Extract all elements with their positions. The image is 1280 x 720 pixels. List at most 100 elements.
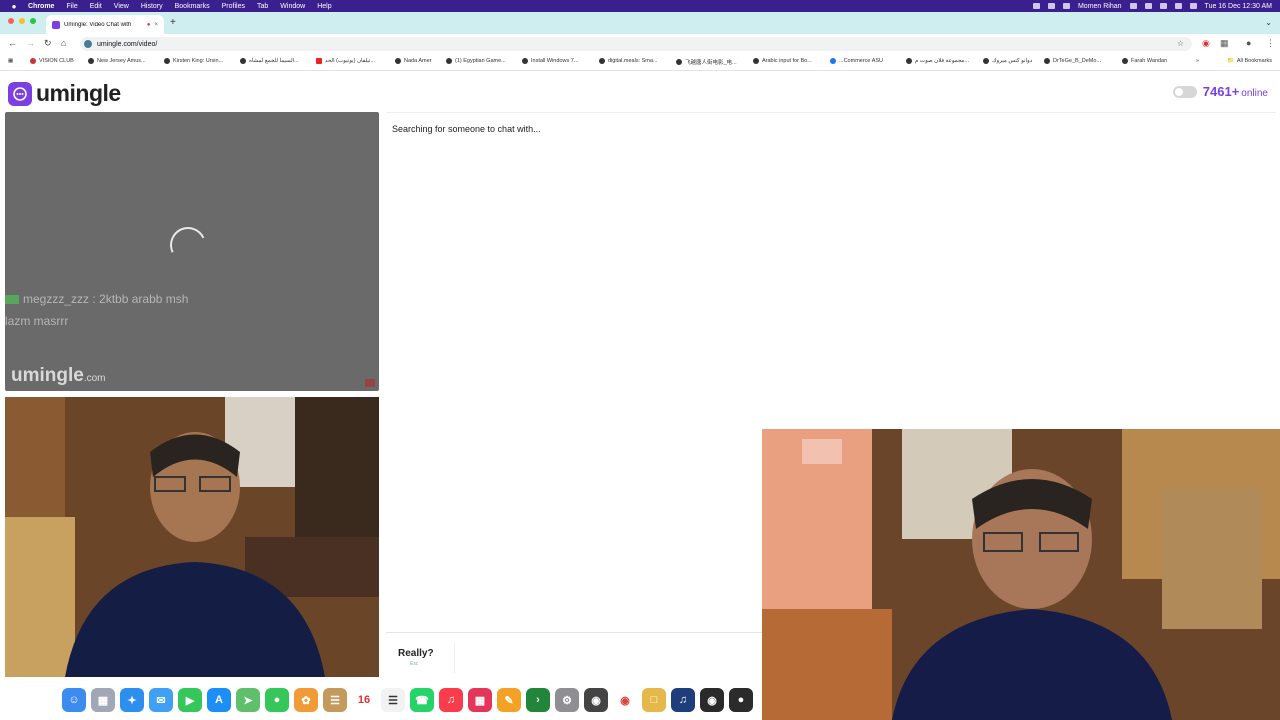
tab-search-icon[interactable]: ⌄ (1265, 18, 1272, 27)
menu-bookmarks[interactable]: Bookmarks (175, 3, 210, 10)
tab-close-icon[interactable]: × (154, 22, 158, 28)
folder-icon[interactable]: □ (642, 688, 666, 712)
bluetooth-icon[interactable] (1129, 3, 1137, 9)
slack-icon[interactable]: ▦ (468, 688, 492, 712)
settings-icon[interactable]: ⚙ (555, 688, 579, 712)
globe-icon (240, 58, 246, 64)
launchpad-icon[interactable]: ▦ (91, 688, 115, 712)
whatsapp-icon[interactable]: ☎ (410, 688, 434, 712)
menu-tab[interactable]: Tab (257, 3, 268, 10)
bookmark-item[interactable]: تيلفان (يوتيوب) الحد... (316, 58, 375, 64)
bookmark-item[interactable]: دوانو كتس ميروك (983, 58, 1032, 64)
overlay-chat-text: : 2ktbb arabb msh (92, 292, 189, 306)
extensions-icon[interactable]: ▦ (1220, 38, 1229, 49)
umingle-watermark: umingle.com (11, 365, 106, 386)
bookmark-item[interactable]: Arabic input for Bo... (753, 58, 812, 64)
new-tab-button[interactable]: + (170, 17, 176, 28)
recording-extension-icon[interactable]: ◉ (1202, 38, 1210, 49)
chat-status-text: Searching for someone to chat with... (392, 124, 541, 134)
bookmark-favicon-icon (30, 58, 36, 64)
address-bar[interactable]: umingle.com/video/ ☆ (80, 37, 1192, 51)
status-app-icon[interactable] (1032, 3, 1040, 9)
menu-history[interactable]: History (141, 3, 163, 10)
menu-edit[interactable]: Edit (90, 3, 102, 10)
bookmark-item[interactable]: Kirsten King: Ursin... (164, 58, 223, 64)
macos-menu-bar: ● Chrome File Edit View History Bookmark… (0, 0, 1280, 12)
menu-window[interactable]: Window (280, 3, 305, 10)
menu-help[interactable]: Help (317, 3, 331, 10)
wifi-icon[interactable] (1159, 3, 1167, 9)
chrome-icon[interactable]: ◉ (613, 688, 637, 712)
photos-icon[interactable]: ✿ (294, 688, 318, 712)
minimize-window-button[interactable] (19, 18, 25, 24)
voice-icon[interactable]: ♫ (671, 688, 695, 712)
finder-icon[interactable]: ☺ (62, 688, 86, 712)
site-info-icon[interactable] (84, 40, 92, 48)
bookmark-item[interactable]: Install Windows 7... (522, 58, 578, 64)
pages-icon[interactable]: ✎ (497, 688, 521, 712)
spotlight-icon[interactable] (1174, 3, 1182, 9)
control-center-icon[interactable] (1189, 3, 1197, 9)
volume-icon[interactable] (1062, 3, 1070, 9)
battery-icon[interactable] (1144, 3, 1152, 9)
bookmarks-bar: ▦ VISION CLUB New Jersey Amus... Kirsten… (0, 54, 1280, 71)
apple-icon[interactable]: ● (8, 2, 20, 11)
appstore-icon[interactable]: A (207, 688, 231, 712)
notes-icon[interactable]: ☰ (323, 688, 347, 712)
home-icon[interactable]: ⌂ (61, 38, 66, 48)
messages-icon[interactable]: ● (265, 688, 289, 712)
terminal-icon[interactable]: › (526, 688, 550, 712)
obs-icon[interactable]: ◉ (700, 688, 724, 712)
maps-icon[interactable]: ➤ (236, 688, 260, 712)
menu-file[interactable]: File (66, 3, 77, 10)
photobooth-icon[interactable]: ◉ (584, 688, 608, 712)
message-input[interactable] (454, 643, 755, 673)
chrome-menu-icon[interactable]: ⋮ (1266, 38, 1275, 49)
theme-toggle[interactable] (1172, 85, 1197, 98)
menu-profiles[interactable]: Profiles (222, 3, 245, 10)
close-window-button[interactable] (8, 18, 14, 24)
more-bookmarks-icon[interactable]: » (1196, 58, 1199, 64)
capture-icon[interactable]: ● (729, 688, 753, 712)
mail-icon[interactable]: ✉ (149, 688, 173, 712)
online-counter: 7461+ online (1172, 84, 1268, 99)
chat-bubble-logo-icon (8, 81, 32, 106)
site-logo[interactable]: umingle (8, 80, 121, 107)
address-url[interactable]: umingle.com/video/ (97, 41, 157, 48)
report-flag-icon[interactable] (365, 379, 375, 387)
bookmark-item[interactable]: digital.meals: Sma... (599, 58, 658, 64)
youtube-icon (316, 58, 322, 64)
bookmark-item[interactable]: السيما للجمع لمشاه... (240, 58, 299, 64)
bookmark-item[interactable]: 飞越唐人街电影_电... (676, 58, 737, 66)
facetime-icon[interactable]: ▶ (178, 688, 202, 712)
reload-icon[interactable]: ↻ (44, 38, 52, 49)
menu-chrome[interactable]: Chrome (28, 3, 54, 10)
bookmark-star-icon[interactable]: ☆ (1177, 39, 1184, 48)
forward-arrow-icon[interactable]: → (26, 38, 35, 48)
menubar-clock[interactable]: Tue 16 Dec 12:30 AM (1205, 3, 1272, 10)
bookmark-item[interactable]: Farah Wandan (1122, 58, 1167, 64)
stop-confirm-button[interactable]: Really? (398, 648, 434, 659)
bookmark-item[interactable]: ...Commerce ASU (830, 58, 883, 64)
calendar-icon[interactable]: 16 (352, 688, 376, 712)
overlay-chat-continuation: lazm masrrr (5, 314, 69, 328)
bookmark-item[interactable]: (1) Egyptian Game... (446, 58, 506, 64)
all-bookmarks-folder[interactable]: 📁 All Bookmarks (1227, 58, 1272, 64)
bookmark-item[interactable]: Nada Amer (395, 58, 432, 64)
music-icon[interactable]: ♫ (439, 688, 463, 712)
status-app-icon[interactable] (1047, 3, 1055, 9)
safari-icon[interactable]: ✦ (120, 688, 144, 712)
address-toolbar: ← → ↻ ⌂ umingle.com/video/ ☆ ◉ ▦ ● ⋮ (0, 34, 1280, 54)
bookmark-item[interactable]: مجموعة فلان صوت م... (906, 58, 969, 64)
menubar-user-name[interactable]: Momen Rihan (1078, 3, 1122, 10)
reminders-icon[interactable]: ☰ (381, 688, 405, 712)
back-arrow-icon[interactable]: ← (8, 38, 17, 48)
profile-avatar-icon[interactable]: ● (1246, 38, 1251, 48)
tab-umingle[interactable]: Umingle: Video Chat with ● × (46, 15, 164, 34)
zoom-window-button[interactable] (30, 18, 36, 24)
bookmark-item[interactable]: VISION CLUB (30, 58, 74, 64)
apps-grid-icon[interactable]: ▦ (8, 58, 13, 64)
bookmark-item[interactable]: New Jersey Amus... (88, 58, 146, 64)
bookmark-item[interactable]: DrTeGe_B_DeMo... (1044, 58, 1101, 64)
menu-view[interactable]: View (114, 3, 129, 10)
